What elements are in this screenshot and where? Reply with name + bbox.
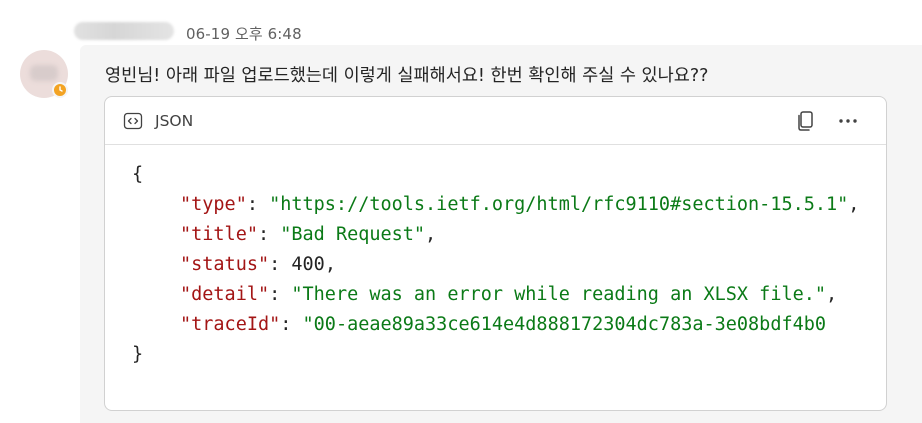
code-line: "type": "https://tools.ietf.org/html/rfc… [180, 194, 860, 215]
message-text: 영빈님! 아래 파일 업로드했는데 이렇게 실패해서요! 한번 확인해 주실 수… [105, 66, 709, 86]
code-block: JSON { "type": "https://tools.ietf.org/h… [104, 96, 887, 411]
json-key: "detail" [180, 284, 270, 305]
code-line-close-brace: } [132, 344, 144, 365]
clock-icon [59, 86, 63, 92]
code-line: "title": "Bad Request", [180, 224, 437, 245]
json-key: "title" [180, 224, 258, 245]
more-options-button[interactable] [834, 108, 862, 134]
code-line: "status": 400, [180, 254, 336, 275]
avatar-initials-redacted [30, 65, 58, 81]
presence-status-badge [52, 82, 68, 98]
code-line: "traceId": "00-aeae89a33ce614e4d88817230… [180, 314, 827, 335]
code-line: "detail": "There was an error while read… [180, 284, 838, 305]
code-language-label: JSON [155, 112, 194, 130]
code-brackets-icon [123, 112, 143, 130]
chat-message: 06-19 오후 6:48 영빈님! 아래 파일 업로드했는데 이렇게 실패해서… [0, 0, 922, 423]
message-timestamp: 06-19 오후 6:48 [186, 25, 302, 43]
copy-button[interactable] [793, 108, 819, 134]
more-horizontal-icon [839, 119, 857, 123]
json-key: "status" [180, 254, 270, 275]
json-value: "Bad Request" [280, 224, 426, 245]
json-key: "type" [180, 194, 247, 215]
copy-icon [798, 111, 813, 131]
json-value: "https://tools.ietf.org/html/rfc9110#sec… [269, 194, 849, 215]
code-block-header: JSON [105, 97, 886, 145]
sender-name-redacted [74, 22, 174, 40]
json-value: "00-aeae89a33ce614e4d888172304dc783a-3e0… [302, 314, 827, 335]
json-value: "There was an error while reading an XLS… [291, 284, 827, 305]
json-key: "traceId" [180, 314, 281, 335]
json-value: 400 [291, 254, 325, 275]
code-line-open-brace: { [132, 164, 144, 185]
code-body: { "type": "https://tools.ietf.org/html/r… [105, 145, 886, 410]
